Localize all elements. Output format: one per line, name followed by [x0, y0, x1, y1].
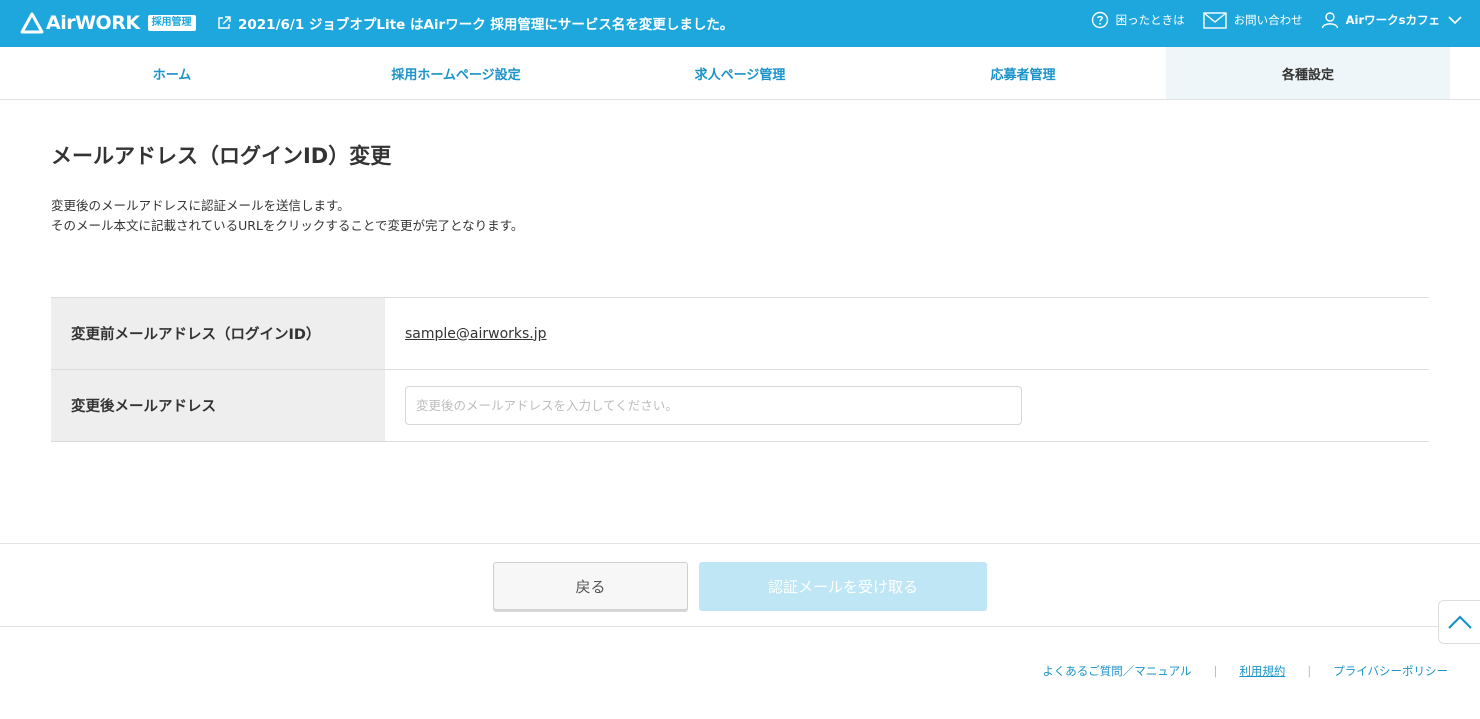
description-line-2: そのメール本文に記載されているURLをクリックすることで変更が完了となります。: [51, 218, 524, 233]
contact-label: お問い合わせ: [1233, 13, 1303, 27]
top-header: AirWORK 採用管理 2021/6/1 ジョブオプLite はAirワーク …: [0, 0, 1480, 47]
terms-of-use-link[interactable]: 利用規約: [1239, 663, 1285, 679]
tab-home-label: ホーム: [152, 67, 192, 83]
brand-name: AirWORK: [46, 12, 140, 34]
tab-applicant-management[interactable]: 応募者管理: [858, 47, 1188, 99]
service-rename-notice[interactable]: 2021/6/1 ジョブオプLite はAirワーク 採用管理にサービス名を変更…: [216, 13, 733, 33]
user-icon: [1321, 12, 1338, 29]
current-email-cell: sample@airworks.jp: [385, 298, 1429, 369]
privacy-policy-link[interactable]: プライバシーポリシー: [1333, 663, 1448, 679]
tab-settings-label: 各種設定: [1281, 67, 1334, 83]
new-email-label: 変更後メールアドレス: [51, 370, 385, 441]
footer-separator: |: [1213, 664, 1218, 678]
chevron-down-icon: [1448, 15, 1462, 24]
scroll-to-top-button[interactable]: [1438, 600, 1480, 644]
email-change-form: 変更前メールアドレス（ログインID） sample@airworks.jp 変更…: [51, 297, 1429, 442]
send-verification-email-button[interactable]: 認証メールを受け取る: [699, 562, 987, 611]
tab-recruit-homepage-settings-label: 採用ホームページ設定: [391, 67, 521, 83]
help-label: 困ったときは: [1115, 13, 1185, 27]
form-action-bar: 戻る 認証メールを受け取る: [0, 543, 1480, 627]
question-circle-icon: [1091, 11, 1108, 29]
faq-manual-link[interactable]: よくあるご質問／マニュアル: [1042, 663, 1191, 679]
current-email-row: 変更前メールアドレス（ログインID） sample@airworks.jp: [51, 298, 1429, 370]
user-name: Airワークsカフェ: [1345, 13, 1440, 27]
notice-text: 2021/6/1 ジョブオプLite はAirワーク 採用管理にサービス名を変更…: [238, 17, 734, 33]
tab-applicant-management-label: 応募者管理: [990, 67, 1056, 83]
tab-settings[interactable]: 各種設定: [1166, 47, 1450, 99]
current-email-value: sample@airworks.jp: [405, 325, 547, 342]
page-description: 変更後のメールアドレスに認証メールを送信します。 そのメール本文に記載されている…: [51, 196, 523, 236]
new-email-row: 変更後メールアドレス: [51, 370, 1429, 442]
description-line-1: 変更後のメールアドレスに認証メールを送信します。: [51, 198, 350, 213]
back-button[interactable]: 戻る: [493, 562, 688, 610]
triangle-logo-icon: [20, 12, 44, 34]
external-link-icon: [218, 16, 231, 29]
footer-links: よくあるご質問／マニュアル | 利用規約 | プライバシーポリシー: [1042, 663, 1448, 679]
chevron-up-icon: [1448, 615, 1472, 629]
current-email-label: 変更前メールアドレス（ログインID）: [51, 298, 385, 369]
tab-recruit-homepage-settings[interactable]: 採用ホームページ設定: [291, 47, 621, 99]
footer-separator: |: [1307, 664, 1312, 678]
page-title: メールアドレス（ログインID）変更: [51, 144, 392, 168]
brand-logo-link[interactable]: AirWORK 採用管理: [20, 11, 196, 35]
contact-link[interactable]: お問い合わせ: [1202, 11, 1303, 29]
new-email-cell: [385, 370, 1429, 441]
user-menu-button[interactable]: Airワークsカフェ: [1321, 11, 1462, 29]
envelope-icon: [1202, 11, 1227, 29]
header-utility-links: 困ったときは お問い合わせ Airワークsカフェ: [1073, 11, 1462, 29]
tab-job-page-management[interactable]: 求人ページ管理: [575, 47, 905, 99]
brand-badge: 採用管理: [147, 15, 196, 31]
help-link[interactable]: 困ったときは: [1091, 11, 1185, 29]
tab-job-page-management-label: 求人ページ管理: [694, 67, 786, 83]
new-email-input[interactable]: [405, 386, 1022, 425]
main-nav: ホーム 採用ホームページ設定 求人ページ管理 応募者管理 各種設定: [0, 47, 1480, 100]
